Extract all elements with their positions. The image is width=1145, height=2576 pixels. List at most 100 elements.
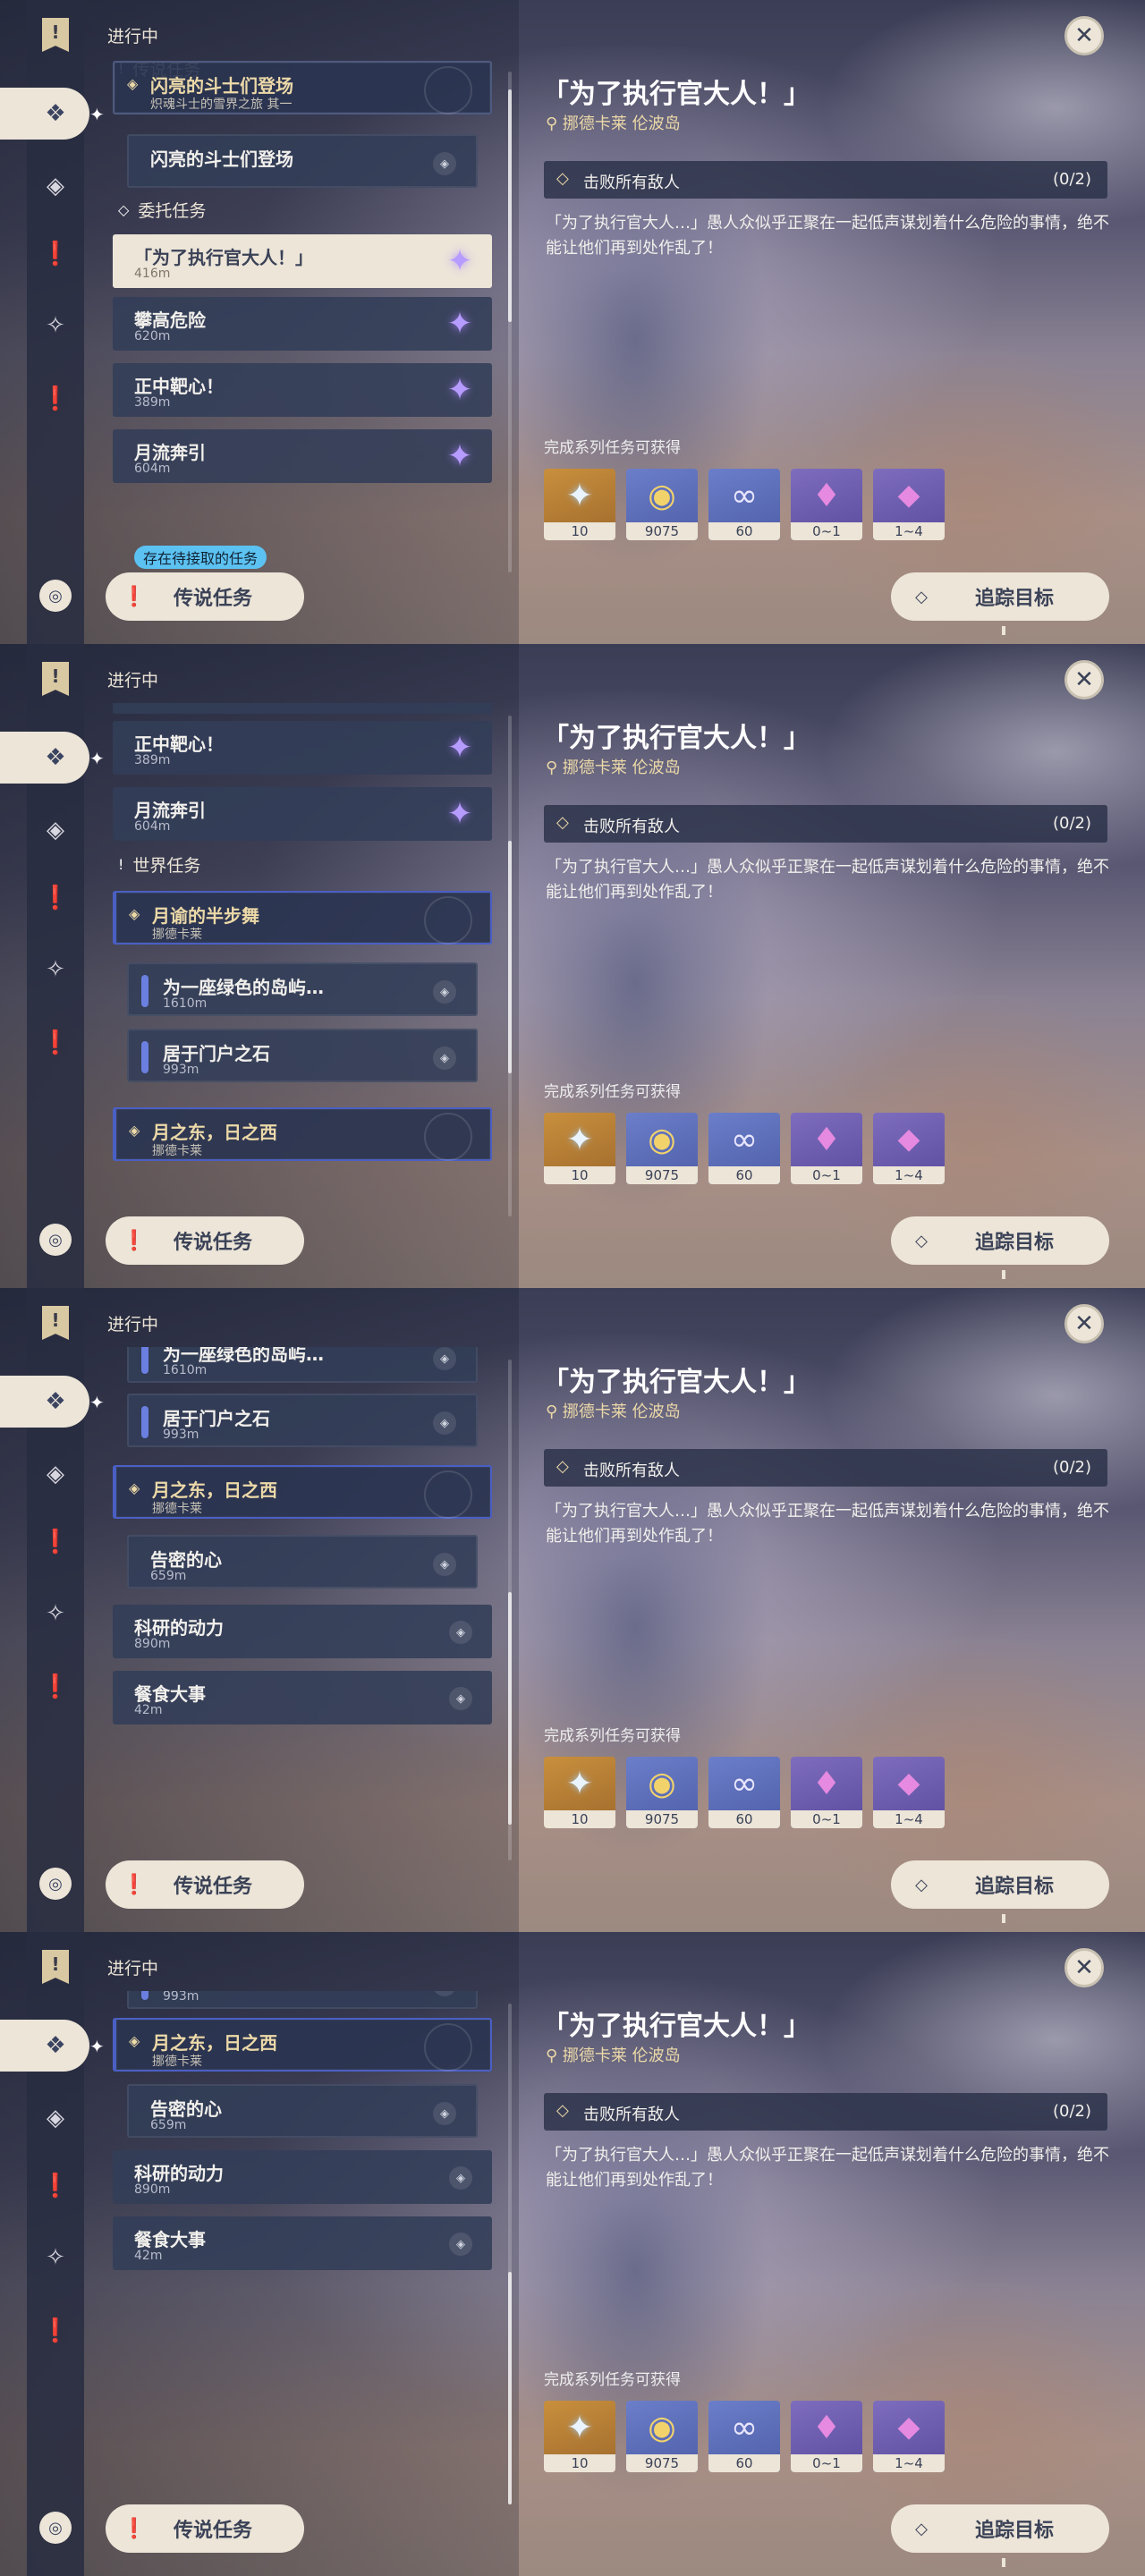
reward-item[interactable]: ◉ 9075 — [626, 1757, 698, 1828]
world-quest-step[interactable]: 为一座绿色的岛屿… 1610m ◈ — [127, 1347, 478, 1383]
location-pin-icon[interactable]: ◈ — [433, 1991, 456, 1996]
reward-item[interactable]: ⬥ 1~4 — [873, 1757, 945, 1828]
reward-item[interactable]: ✦ 10 — [544, 1757, 615, 1828]
commission-quest[interactable]: 攀高危险620m✦ — [113, 297, 492, 351]
commission-quest[interactable]: 正中靶心！ 389m ✦ — [113, 363, 492, 417]
reward-item[interactable]: ♦ 0~1 — [791, 469, 862, 540]
location-pin-icon[interactable]: ◈ — [433, 1553, 456, 1576]
reward-item[interactable]: ◉ 9075 — [626, 2401, 698, 2472]
quest-book-icon[interactable]: ◎ — [39, 2512, 72, 2544]
reward-item[interactable]: ∞ 60 — [708, 2401, 780, 2472]
quest-book-icon[interactable]: ◎ — [39, 580, 72, 612]
reward-item[interactable]: ✦ 10 — [544, 1113, 615, 1184]
location-pin-icon[interactable]: ◈ — [449, 2166, 472, 2190]
event-quest-icon[interactable]: ❗ — [39, 1671, 72, 1703]
world-quest-step[interactable]: 为一座绿色的岛屿… 1610m ◈ — [127, 962, 478, 1016]
commission-quest[interactable]: 月流奔引 604m ✦ — [113, 787, 492, 841]
scrollbar-thumb[interactable] — [508, 841, 512, 1073]
commission-quest[interactable]: 攀高危险620m✦ — [113, 703, 492, 714]
location-pin-icon[interactable]: ◈ — [433, 980, 456, 1004]
scrollbar-thumb[interactable] — [508, 89, 512, 322]
scrollbar-thumb[interactable] — [508, 2272, 512, 2504]
other-quest[interactable]: 科研的动力 890m ◈ — [113, 1605, 492, 1658]
world-quest-step[interactable]: 告密的心 659m ◈ — [127, 2084, 478, 2138]
reward-item[interactable]: ✦ 10 — [544, 469, 615, 540]
other-quest[interactable]: 餐食大事 42m ◈ — [113, 2216, 492, 2270]
track-button[interactable]: ◇ 追踪目标 — [891, 572, 1109, 621]
reward-item[interactable]: ♦ 0~1 — [791, 1757, 862, 1828]
all-quests-icon[interactable]: ❖ — [39, 2029, 72, 2062]
scrollbar-thumb[interactable] — [508, 1592, 512, 1825]
archon-quest-icon[interactable]: ◈ — [39, 814, 72, 846]
world-quest-step[interactable]: 居于门户之石993m◈ — [127, 1394, 478, 1447]
location-pin-icon[interactable]: ◈ — [449, 2233, 472, 2256]
scrollbar[interactable] — [508, 72, 512, 572]
reward-item[interactable]: ✦ 10 — [544, 2401, 615, 2472]
location-pin-icon[interactable]: ◈ — [433, 2102, 456, 2125]
world-quest-icon[interactable]: ✧ — [39, 1597, 72, 1630]
track-button[interactable]: ◇ 追踪目标 — [891, 1216, 1109, 1265]
legend-quest-button[interactable]: ❗ 传说任务 — [106, 572, 304, 621]
reward-item[interactable]: ♦ 0~1 — [791, 2401, 862, 2472]
all-quests-icon[interactable]: ❖ — [39, 97, 72, 130]
track-button[interactable]: ◇ 追踪目标 — [891, 1860, 1109, 1909]
scrollbar[interactable] — [508, 716, 512, 1216]
reward-item[interactable]: ◉ 9075 — [626, 1113, 698, 1184]
archon-quest-icon[interactable]: ◈ — [39, 170, 72, 202]
legend-quest-icon[interactable]: ❗ — [39, 2170, 72, 2202]
legend-quest-icon[interactable]: ❗ — [39, 882, 72, 914]
legend-quest-button[interactable]: ❗ 传说任务 — [106, 2504, 304, 2553]
archon-quest-icon[interactable]: ◈ — [39, 1458, 72, 1490]
world-quest-parent[interactable]: ◈ 月之东，日之西 挪德卡莱 — [113, 1465, 492, 1519]
other-quest[interactable]: 餐食大事 42m ◈ — [113, 1671, 492, 1724]
world-quest-parent[interactable]: ◈ 月之东，日之西 挪德卡莱 — [113, 1107, 492, 1161]
reward-item[interactable]: ∞ 60 — [708, 469, 780, 540]
world-quest-parent[interactable]: ◈ 月谕的半步舞 挪德卡莱 — [113, 891, 492, 945]
archon-quest-icon[interactable]: ◈ — [39, 2102, 72, 2134]
location-pin-icon[interactable]: ◈ — [433, 152, 456, 175]
other-quest[interactable]: 科研的动力 890m ◈ — [113, 2150, 492, 2204]
quest-book-icon[interactable]: ◎ — [39, 1868, 72, 1900]
location-pin-icon[interactable]: ◈ — [433, 1046, 456, 1070]
location-pin-icon[interactable]: ◈ — [449, 1687, 472, 1710]
world-quest-step[interactable]: 居于门户之石993m◈ — [127, 1029, 478, 1082]
commission-quest[interactable]: 正中靶心！ 389m ✦ — [113, 721, 492, 775]
track-button[interactable]: ◇ 追踪目标 — [891, 2504, 1109, 2553]
legend-quest-button[interactable]: ❗ 传说任务 — [106, 1860, 304, 1909]
legend-quest-icon[interactable]: ❗ — [39, 1526, 72, 1558]
scrollbar[interactable] — [508, 1360, 512, 1860]
world-quest-icon[interactable]: ✧ — [39, 2241, 72, 2274]
event-quest-icon[interactable]: ❗ — [39, 2315, 72, 2347]
world-quest-parent[interactable]: ◈ 月之东，日之西 挪德卡莱 — [113, 2018, 492, 2072]
event-quest-icon[interactable]: ❗ — [39, 1027, 72, 1059]
location-pin-icon[interactable]: ◈ — [449, 1621, 472, 1644]
close-button[interactable]: ✕ — [1064, 16, 1104, 55]
close-button[interactable]: ✕ — [1064, 660, 1104, 699]
reward-item[interactable]: ⬥ 1~4 — [873, 2401, 945, 2472]
world-quest-step[interactable]: 居于门户之石993m◈ — [127, 1991, 478, 2009]
legend-quest-step[interactable]: 闪亮的斗士们登场 ◈ — [127, 134, 478, 188]
legend-quest-button[interactable]: ❗ 传说任务 — [106, 1216, 304, 1265]
location-pin-icon[interactable]: ◈ — [433, 1411, 456, 1435]
reward-item[interactable]: ⬥ 1~4 — [873, 469, 945, 540]
reward-item[interactable]: ⬥ 1~4 — [873, 1113, 945, 1184]
commission-quest-selected[interactable]: 「为了执行官大人！」 416m ✦ — [113, 234, 492, 288]
reward-item[interactable]: ∞ 60 — [708, 1113, 780, 1184]
close-button[interactable]: ✕ — [1064, 1948, 1104, 1987]
world-quest-icon[interactable]: ✧ — [39, 309, 72, 342]
commission-quest[interactable]: 月流奔引 604m ✦ — [113, 429, 492, 483]
event-quest-icon[interactable]: ❗ — [39, 383, 72, 415]
all-quests-icon[interactable]: ❖ — [39, 1385, 72, 1418]
close-button[interactable]: ✕ — [1064, 1304, 1104, 1343]
scrollbar[interactable] — [508, 2004, 512, 2504]
reward-item[interactable]: ♦ 0~1 — [791, 1113, 862, 1184]
legend-quest-icon[interactable]: ❗ — [39, 238, 72, 270]
location-pin-icon[interactable]: ◈ — [433, 1347, 456, 1370]
world-quest-step[interactable]: 告密的心 659m ◈ — [127, 1535, 478, 1589]
all-quests-icon[interactable]: ❖ — [39, 741, 72, 774]
world-quest-icon[interactable]: ✧ — [39, 953, 72, 986]
legend-quest-parent[interactable]: ◈ 闪亮的斗士们登场 炽魂斗士的雪界之旅 其一 — [113, 61, 492, 114]
quest-book-icon[interactable]: ◎ — [39, 1224, 72, 1256]
reward-item[interactable]: ◉ 9075 — [626, 469, 698, 540]
reward-item[interactable]: ∞ 60 — [708, 1757, 780, 1828]
